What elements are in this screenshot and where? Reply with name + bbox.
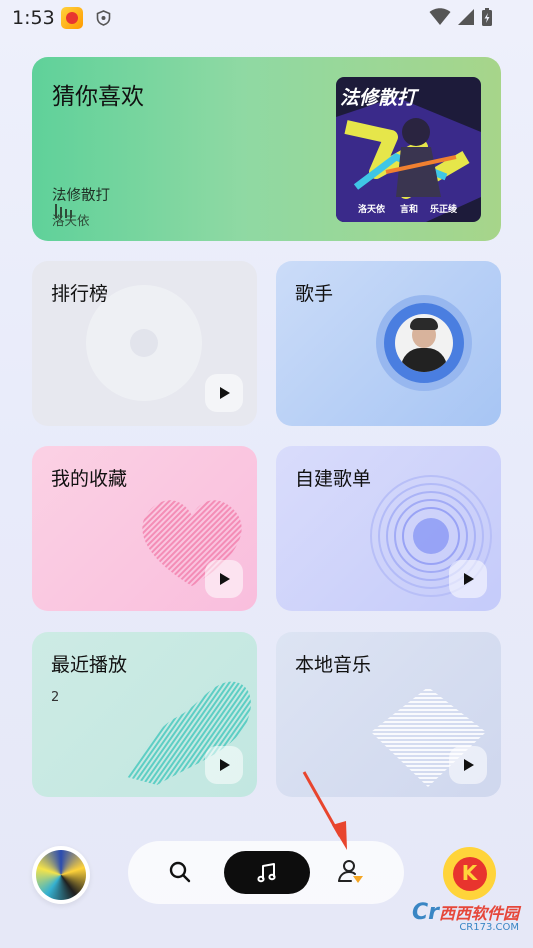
- kugou-logo-button[interactable]: [443, 847, 496, 900]
- recently-played-count: 2: [51, 690, 60, 705]
- music-note-icon: [257, 862, 276, 882]
- shield-icon: [96, 10, 111, 26]
- recent-play-button[interactable]: [205, 746, 243, 784]
- chart-play-button[interactable]: [205, 374, 243, 412]
- bottom-nav: [128, 841, 404, 904]
- cover-artist-2: 言和: [400, 205, 419, 215]
- singer-avatar-ring: [376, 295, 472, 391]
- user-profile-icon[interactable]: [336, 857, 366, 887]
- cell-signal-icon: [458, 9, 474, 25]
- recently-played-card[interactable]: 最近播放 2: [32, 632, 257, 797]
- status-time: 1:53: [12, 7, 55, 29]
- cover-artist-3: 乐正绫: [430, 205, 458, 215]
- my-playlists-card[interactable]: 自建歌单: [276, 446, 501, 611]
- playlists-play-button[interactable]: [449, 560, 487, 598]
- play-icon: [464, 759, 474, 771]
- singer-card-title: 歌手: [295, 283, 334, 305]
- wifi-icon: [429, 8, 451, 25]
- status-bar: 1:53: [0, 0, 533, 36]
- cover-title-text: 法修散打: [340, 87, 417, 109]
- cover-artist-1: 洛天依: [358, 205, 386, 215]
- kugou-notification-icon: [61, 7, 83, 29]
- album-cover[interactable]: 法修散打 洛天依 言和 乐正绫: [336, 77, 481, 222]
- local-music-card[interactable]: 本地音乐: [276, 632, 501, 797]
- singer-avatar[interactable]: [395, 314, 453, 372]
- singer-card[interactable]: 歌手: [276, 261, 501, 426]
- music-tab[interactable]: [224, 851, 310, 894]
- my-favorites-title: 我的收藏: [51, 468, 128, 490]
- guess-you-like-card[interactable]: 猜你喜欢 法修散打 洛天依 法修散打 洛天依 言和 乐正绫: [32, 57, 501, 241]
- status-indicators: [429, 7, 493, 27]
- now-playing-disc[interactable]: [32, 846, 90, 904]
- guess-you-like-title: 猜你喜欢: [52, 84, 144, 110]
- watermark: Cr西西软件园 CR173.COM: [411, 900, 519, 933]
- chart-card-title: 排行榜: [51, 283, 109, 305]
- play-icon: [220, 573, 230, 585]
- now-playing-cover: [36, 850, 86, 900]
- local-music-title: 本地音乐: [295, 654, 372, 676]
- play-icon: [220, 759, 230, 771]
- my-favorites-card[interactable]: 我的收藏: [32, 446, 257, 611]
- featured-artist: 洛天依: [52, 213, 90, 228]
- featured-song-title: 法修散打: [52, 188, 110, 204]
- search-icon[interactable]: [167, 859, 193, 885]
- my-playlists-title: 自建歌单: [295, 468, 372, 490]
- favorites-play-button[interactable]: [205, 560, 243, 598]
- battery-charging-icon: [482, 8, 492, 26]
- play-icon: [464, 573, 474, 585]
- kugou-logo-icon: [452, 856, 487, 891]
- chart-card[interactable]: 排行榜: [32, 261, 257, 426]
- local-play-button[interactable]: [449, 746, 487, 784]
- watermark-domain: CR173.COM: [459, 922, 519, 933]
- recently-played-title: 最近播放: [51, 654, 128, 676]
- play-icon: [220, 387, 230, 399]
